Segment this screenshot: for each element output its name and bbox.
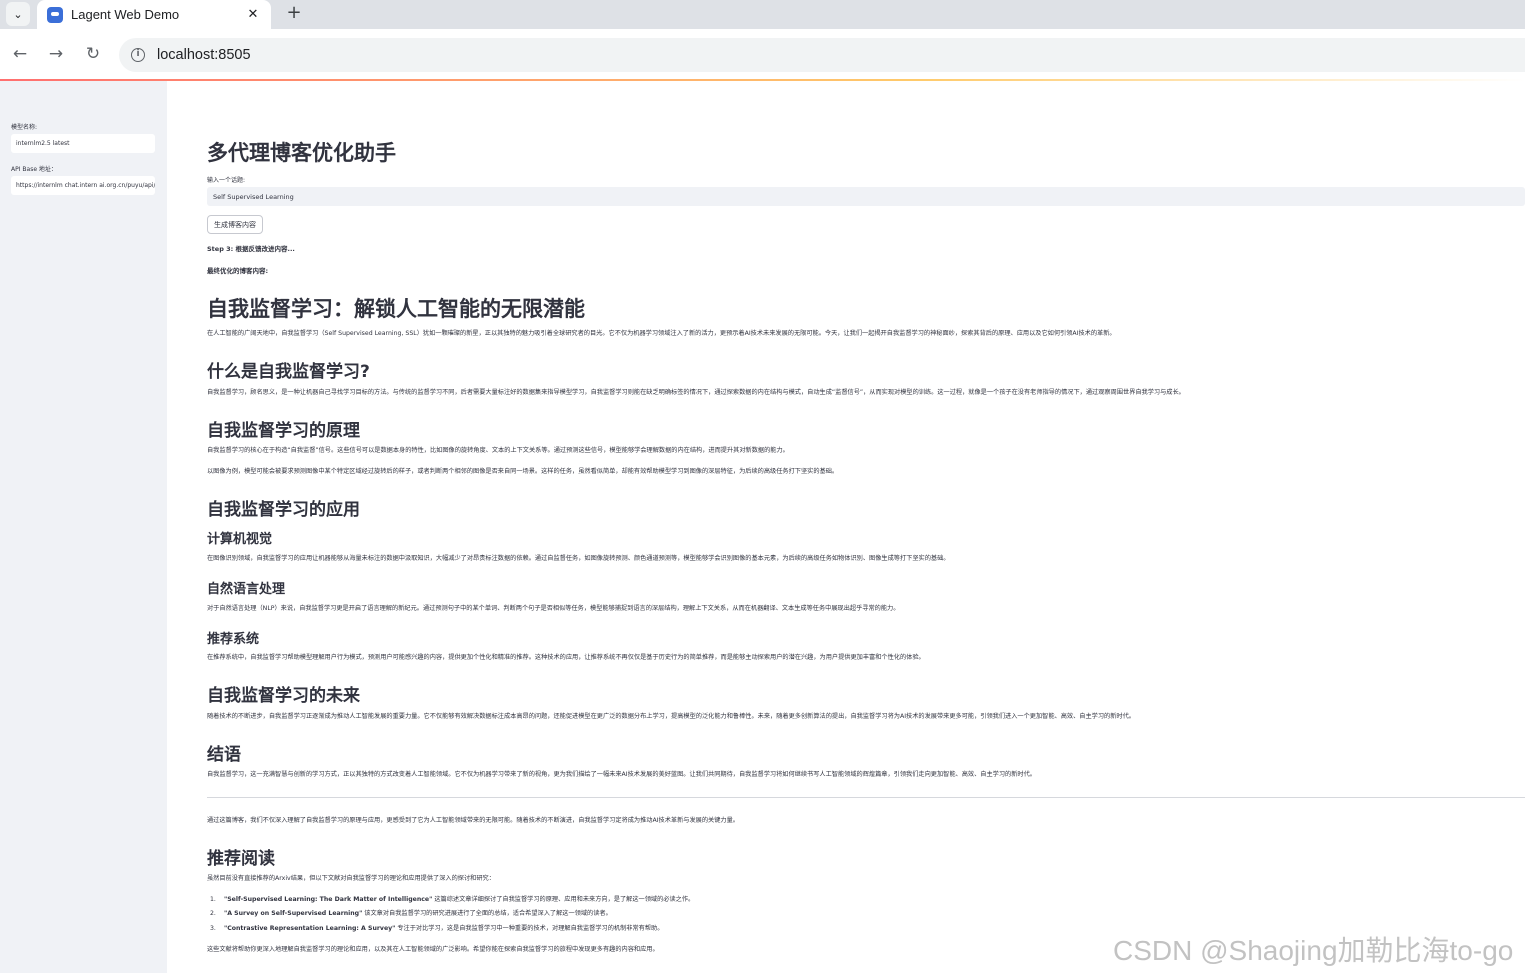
reading-outro: 这些文献将帮助你更深入地理解自我监督学习的理论和应用，以及其在人工智能领域的广泛…: [207, 946, 659, 953]
browser-toolbar: ← → ↻ i localhost:8505: [0, 29, 1525, 79]
favicon-icon: [47, 6, 63, 23]
section-heading-applications: 自我监督学习的应用: [207, 500, 360, 520]
section-heading-reading: 推荐阅读: [207, 849, 275, 869]
page-title: 多代理博客优化助手: [207, 141, 396, 165]
list-item-desc: 该文章对自我监督学习的研究进展进行了全面的总结，适合希望深入了解这一领域的读者。: [362, 910, 612, 917]
paragraph-recommender: 在推荐系统中，自我监督学习帮助模型理解用户行为模式，预测用户可能感兴趣的内容，提…: [207, 654, 925, 661]
list-item-desc: 这篇综述文章详细探讨了自我监督学习的原理、应用和未来方向，是了解这一领域的必读之…: [432, 896, 695, 903]
list-item-title: "A Survey on Self-Supervised Learning": [224, 910, 363, 917]
sidebar: 模型名称: internlm2.5 latest API Base 地址： ht…: [0, 81, 167, 973]
new-tab-plus-icon[interactable]: +: [282, 2, 306, 26]
back-arrow-icon[interactable]: ←: [8, 42, 32, 66]
subheading-nlp: 自然语言处理: [207, 582, 286, 597]
section-heading-conclusion: 结语: [207, 745, 241, 765]
browser-tab[interactable]: Lagent Web Demo ✕: [37, 0, 271, 29]
list-item-number: 1.: [210, 896, 216, 903]
csdn-watermark: CSDN @Shaojing加勒比海to-go: [1113, 935, 1514, 966]
divider: [207, 797, 1525, 798]
subheading-computer-vision: 计算机视觉: [207, 532, 273, 547]
main-content: 多代理博客优化助手 输入一个话题: Self Supervised Learni…: [167, 81, 1525, 973]
model-name-label: 模型名称:: [11, 124, 38, 131]
site-info-icon[interactable]: i: [131, 48, 145, 62]
url-text[interactable]: localhost:8505: [157, 47, 251, 63]
paragraph-nlp: 对于自然语言处理（NLP）来说，自我监督学习更是开启了语言理解的新纪元。通过预测…: [207, 605, 900, 612]
list-item: 1. "Self-Supervised Learning: The Dark Ma…: [210, 896, 694, 904]
list-item-title: "Contrastive Representation Learning: A …: [224, 925, 396, 932]
list-item-number: 2.: [210, 910, 216, 917]
tab-search-chevron-icon[interactable]: ⌄: [6, 2, 30, 26]
blog-intro: 在人工智能的广阔天地中，自我监督学习（Self Supervised Learn…: [207, 330, 1116, 337]
tab-close-icon[interactable]: ✕: [245, 7, 261, 22]
final-blog-label: 最终优化的博客内容:: [207, 267, 269, 275]
api-base-input[interactable]: https://internlm chat.intern ai.org.cn/p…: [11, 176, 155, 195]
section-paragraph-future: 随着技术的不断进步，自我监督学习正逐渐成为推动人工智能发展的重要力量。它不仅能够…: [207, 713, 1135, 720]
list-item-title: "Self-Supervised Learning: The Dark Matt…: [224, 896, 433, 903]
topic-input[interactable]: Self Supervised Learning: [207, 187, 1525, 206]
blog-title: 自我监督学习：解锁人工智能的无限潜能: [207, 297, 585, 321]
closing-paragraph: 通过这篇博客，我们不仅深入理解了自我监督学习的原理与应用，更感受到了它为人工智能…: [207, 817, 739, 824]
reload-icon[interactable]: ↻: [81, 42, 105, 66]
model-name-input[interactable]: internlm2.5 latest: [11, 134, 155, 153]
reading-intro: 虽然目前没有直接推荐的Arxiv结果，但以下文献对自我监督学习的理论和应用提供了…: [207, 875, 495, 882]
list-item: 2. "A Survey on Self-Supervised Learning"…: [210, 910, 612, 918]
step-status-text: Step 3: 根据反馈改进内容...: [207, 245, 295, 253]
list-item-desc: 专注于对比学习，这是自我监督学习中一种重要的技术，对理解自我监督学习的机制非常有…: [395, 925, 664, 932]
section-heading-future: 自我监督学习的未来: [207, 686, 360, 706]
section-paragraph-principle-1: 自我监督学习的核心在于构造“自我监督”信号。这些信号可以是数据本身的特性，比如图…: [207, 447, 789, 454]
section-heading-principle: 自我监督学习的原理: [207, 421, 360, 441]
list-item: 3. "Contrastive Representation Learning: …: [210, 925, 663, 933]
topic-label: 输入一个话题:: [207, 177, 246, 184]
section-paragraph-principle-2: 以图像为例，模型可能会被要求预测图像中某个特定区域经过旋转后的样子，或者判断两个…: [207, 468, 839, 475]
browser-tab-bar: ⌄ Lagent Web Demo ✕ +: [0, 0, 1525, 29]
section-heading-what: 什么是自我监督学习?: [207, 362, 370, 382]
subheading-recommender: 推荐系统: [207, 632, 260, 647]
generate-blog-button[interactable]: 生成博客内容: [207, 215, 263, 234]
api-base-label: API Base 地址：: [11, 166, 57, 173]
paragraph-computer-vision: 在图像识别领域，自我监督学习的应用让机器能够从海量未标注的数据中汲取知识，大幅减…: [207, 555, 950, 562]
list-item-number: 3.: [210, 925, 216, 932]
address-bar[interactable]: i localhost:8505: [119, 38, 1525, 72]
section-paragraph-what: 自我监督学习，顾名思义，是一种让机器自己寻找学习目标的方法。与传统的监督学习不同…: [207, 389, 1185, 396]
section-paragraph-conclusion: 自我监督学习，这一充满智慧与创新的学习方式，正以其独特的方式改变着人工智能领域。…: [207, 771, 1036, 778]
tab-title: Lagent Web Demo: [71, 7, 180, 22]
forward-arrow-icon[interactable]: →: [44, 42, 68, 66]
